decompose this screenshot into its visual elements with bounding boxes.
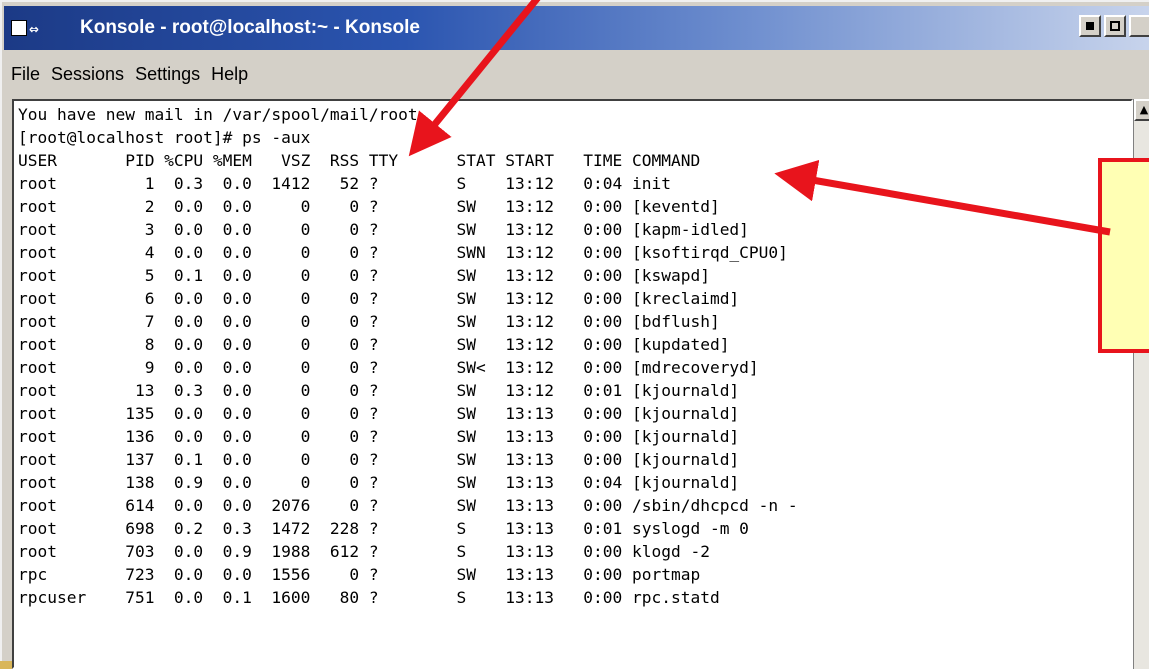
annotation-callout-box — [1098, 158, 1149, 353]
window-menu-icon[interactable]: ⇔ — [10, 15, 40, 41]
menu-help[interactable]: Help — [211, 64, 248, 85]
minimize-button[interactable] — [1079, 15, 1101, 37]
menu-file[interactable]: File — [11, 64, 40, 85]
terminal-output[interactable]: You have new mail in /var/spool/mail/roo… — [12, 99, 1133, 669]
menu-bar: File Sessions Settings Help — [4, 54, 1149, 94]
menu-sessions[interactable]: Sessions — [51, 64, 124, 85]
scroll-up-arrow-icon[interactable]: ▲ — [1134, 99, 1149, 121]
terminal-text: You have new mail in /var/spool/mail/roo… — [18, 105, 798, 607]
window-controls — [1079, 15, 1149, 37]
konsole-window: ⇔ Konsole - root@localhost:~ - Konsole F… — [0, 0, 1149, 669]
close-button[interactable] — [1129, 15, 1149, 37]
menu-settings[interactable]: Settings — [135, 64, 200, 85]
window-title: Konsole - root@localhost:~ - Konsole — [80, 17, 420, 38]
title-bar[interactable]: ⇔ Konsole - root@localhost:~ - Konsole — [4, 6, 1149, 50]
maximize-button[interactable] — [1104, 15, 1126, 37]
